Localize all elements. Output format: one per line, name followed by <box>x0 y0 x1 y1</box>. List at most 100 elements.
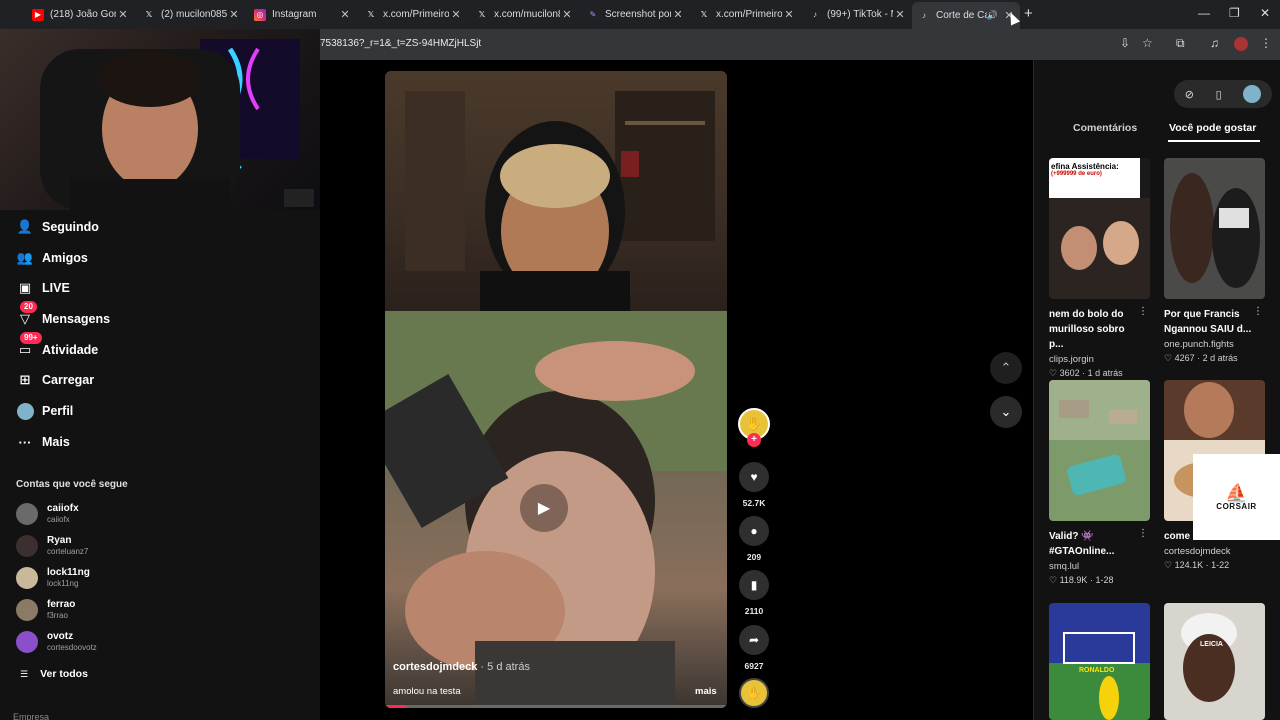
close-tab-icon[interactable]: ✕ <box>338 8 352 21</box>
like-action[interactable]: ♥ 52.7K <box>738 462 770 508</box>
compass-icon[interactable]: ⊘ <box>1185 88 1194 101</box>
nav-friends[interactable]: 👥 Amigos <box>16 247 88 269</box>
browser-tab[interactable]: 𝕏 x.com/mucilon85 ✕ <box>470 4 578 25</box>
card-date: 2 d atrás <box>1202 353 1238 363</box>
nav-profile[interactable]: Perfil <box>16 400 73 422</box>
account-name: caiiofx <box>47 503 79 514</box>
tiktok-icon: ♪ <box>813 10 817 19</box>
following-account[interactable]: ferrao f3rrao <box>16 599 75 621</box>
install-app-icon[interactable]: ⇩ <box>1120 36 1130 50</box>
nav-messages[interactable]: ▽ 20 Mensagens <box>16 301 110 330</box>
video-top-frame <box>385 71 727 311</box>
video-player[interactable]: ▶ cortesdojmdeck · 5 d atrás amolou na t… <box>385 71 727 708</box>
thumb-image <box>1049 198 1150 299</box>
tab-comments[interactable]: Comentários <box>1073 122 1137 134</box>
video-author[interactable]: cortesdojmdeck · 5 d atrás <box>393 661 530 673</box>
nav-activity[interactable]: ▭ 99+ Atividade <box>16 332 98 361</box>
browser-tab[interactable]: ▶ (218) João Gomes ✕ <box>26 4 134 25</box>
browser-tab[interactable]: ◎ Instagram ✕ <box>248 4 356 25</box>
close-tab-icon[interactable]: ✕ <box>449 8 463 21</box>
new-tab-icon[interactable]: + <box>1024 5 1033 22</box>
follow-plus-icon[interactable]: + <box>747 433 761 447</box>
tab-suggested[interactable]: Você pode gostar <box>1169 122 1256 134</box>
nav-upload[interactable]: ⊞ Carregar <box>16 369 95 391</box>
thumb-image <box>1049 603 1150 720</box>
browser-tab[interactable]: 𝕏 x.com/PrimeiroFra ✕ <box>359 4 467 25</box>
speaker-icon[interactable]: 🔊 <box>987 10 998 21</box>
video-progress-bar[interactable] <box>385 705 727 708</box>
comment-action[interactable]: ● 209 <box>738 516 770 562</box>
close-tab-icon[interactable]: ✕ <box>782 8 796 21</box>
following-account[interactable]: lock11ng lock11ng <box>16 567 90 589</box>
thumb-image <box>1049 380 1150 521</box>
restore-icon[interactable]: ❐ <box>1229 6 1240 20</box>
webcam-image <box>40 39 314 210</box>
profile-avatar-icon[interactable] <box>1234 37 1248 51</box>
following-account[interactable]: caiiofx caiiofx <box>16 503 79 525</box>
save-action[interactable]: ▮ 2110 <box>738 570 770 616</box>
video-progress-fill <box>385 705 406 708</box>
card-menu-icon[interactable]: ⋮ <box>1138 306 1148 317</box>
extensions-icon[interactable]: ⧉ <box>1176 36 1185 51</box>
previous-video-button[interactable]: ⌃ <box>990 352 1022 384</box>
browser-tab[interactable]: 𝕏 x.com/PrimeiroFra ✕ <box>692 4 800 25</box>
address-bar[interactable]: 7538136?_r=1&_t=ZS-94HMZjHLSjt <box>320 38 481 49</box>
share-icon[interactable]: ➦ <box>739 625 769 655</box>
browser-tab[interactable]: ✎ Screenshot por Li ✕ <box>581 4 689 25</box>
card-menu-icon[interactable]: ⋮ <box>1253 306 1263 317</box>
lightshot-icon: ✎ <box>589 10 597 19</box>
browser-tab-active[interactable]: ♪ Corte de Cabe 🔊 ✕ <box>912 2 1020 29</box>
avatar <box>16 631 38 653</box>
suggested-video-card[interactable]: Valid? 👾 #GTAOnline... smq.lul ♡ 118.9K … <box>1049 380 1150 586</box>
following-account[interactable]: ovotz cortesdoovotz <box>16 631 97 653</box>
thumb-caption: LEICIA <box>1200 641 1223 648</box>
messages-icon: ▽ 20 <box>16 301 37 328</box>
avatar <box>16 503 38 525</box>
nav-following[interactable]: 👤 Seguindo <box>16 216 99 238</box>
tab-title: (99+) TikTok - Ma <box>827 9 893 20</box>
close-tab-icon[interactable]: ✕ <box>116 8 130 21</box>
close-window-icon[interactable]: ✕ <box>1260 6 1270 20</box>
close-tab-icon[interactable]: ✕ <box>560 8 574 21</box>
account-handle: corteluanz7 <box>47 547 89 556</box>
card-likes: 3602 <box>1059 368 1080 378</box>
card-date: 1-22 <box>1211 560 1230 570</box>
comment-icon[interactable]: ● <box>739 516 769 546</box>
next-video-button[interactable]: ⌄ <box>990 396 1022 428</box>
browser-tab[interactable]: ♪ (99+) TikTok - Ma ✕ <box>803 4 911 25</box>
card-likes: 124.1K <box>1174 560 1204 570</box>
card-user: smq.lul <box>1049 561 1080 572</box>
play-button[interactable]: ▶ <box>520 484 568 532</box>
share-action[interactable]: ➦ 6927 <box>738 625 770 671</box>
see-all-link[interactable]: ☰ Ver todos <box>20 668 88 680</box>
card-menu-icon[interactable]: ⋮ <box>1138 528 1148 539</box>
suggested-video-card[interactable]: efina Assistência: (+999999 de euro) nem… <box>1049 158 1150 379</box>
bookmark-icon[interactable]: ▮ <box>739 570 769 600</box>
bookmark-star-icon[interactable]: ☆ <box>1142 36 1153 50</box>
account-name: lock11ng <box>47 567 90 578</box>
tab-title: Screenshot por Li <box>605 9 671 20</box>
account-name: ferrao <box>47 599 76 610</box>
nav-live[interactable]: ▣ LIVE <box>16 277 70 299</box>
minimize-icon[interactable]: — <box>1198 6 1210 20</box>
nav-label: Mais <box>42 435 70 449</box>
media-control-icon[interactable]: ♫ <box>1210 36 1219 50</box>
suggested-video-card[interactable]: RONALDO <box>1049 603 1150 720</box>
list-icon: ☰ <box>20 668 29 679</box>
close-tab-icon[interactable]: ✕ <box>893 8 907 21</box>
video-more-link[interactable]: mais <box>695 686 717 697</box>
following-account[interactable]: Ryan corteluanz7 <box>16 535 88 557</box>
footer-company-link[interactable]: Empresa <box>13 712 49 720</box>
menu-kebab-icon[interactable]: ⋮ <box>1260 36 1272 50</box>
suggested-video-card[interactable]: LEICIA <box>1164 603 1265 720</box>
music-disc-icon[interactable]: ✋ <box>739 678 769 708</box>
nav-more[interactable]: ··· Mais <box>16 431 70 453</box>
tab-title: x.com/mucilon85 <box>494 9 560 20</box>
heart-icon[interactable]: ♥ <box>739 462 769 492</box>
close-tab-icon[interactable]: ✕ <box>671 8 685 21</box>
browser-tab[interactable]: 𝕏 (2) mucilon085 no ✕ <box>137 4 245 25</box>
suggested-video-card[interactable]: Por que Francis Ngannou SAIU d... one.pu… <box>1164 158 1265 364</box>
close-tab-icon[interactable]: ✕ <box>227 8 241 21</box>
user-avatar-icon[interactable] <box>1243 85 1262 103</box>
phone-icon[interactable]: ▯ <box>1216 88 1222 101</box>
